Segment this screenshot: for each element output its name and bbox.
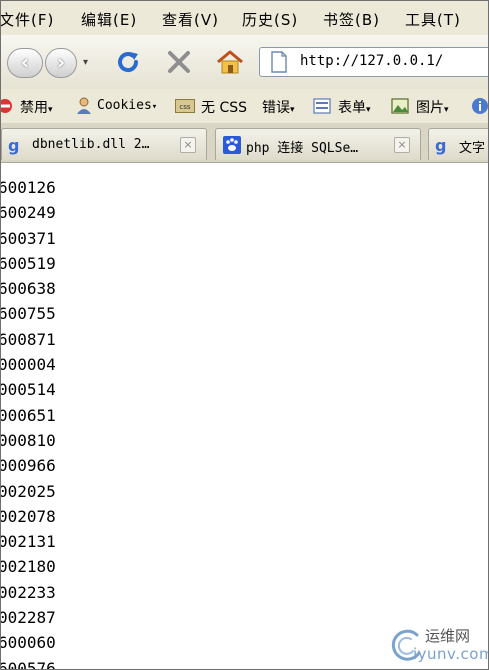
list-item: 600371 xyxy=(1,228,56,248)
baidu-paw-icon xyxy=(223,136,241,154)
list-item: 000514 xyxy=(1,380,56,400)
dropdown-arrow-icon: ▾ xyxy=(366,105,371,115)
forms-label: 表单 xyxy=(338,100,366,116)
cookie-user-icon xyxy=(77,97,91,114)
dropdown-arrow-icon: ▾ xyxy=(48,105,53,115)
forward-arrow-icon: › xyxy=(56,50,66,74)
menu-edit[interactable]: 编辑(E) xyxy=(81,9,137,30)
list-item: 000810 xyxy=(1,430,56,450)
disable-menu[interactable]: 禁用▾ xyxy=(20,97,53,117)
forward-button[interactable]: › xyxy=(45,48,77,78)
back-arrow-icon: ‹ xyxy=(20,50,30,74)
list-item: 002287 xyxy=(1,608,56,628)
errors-menu[interactable]: 错误▾ xyxy=(262,97,295,117)
tab-bar: g dbnetlib.dll 2… × php 连接 SQLSe… × g 文字 xyxy=(1,123,488,163)
list-item: 600249 xyxy=(1,203,56,223)
address-bar[interactable]: http://127.0.0.1/ xyxy=(259,47,488,77)
list-item: 600126 xyxy=(1,178,56,197)
back-button[interactable]: ‹ xyxy=(7,48,43,78)
google-favicon-icon: g xyxy=(8,136,20,155)
watermark: 运维网 iyunv.com xyxy=(389,625,489,667)
disable-label: 禁用 xyxy=(20,100,48,116)
dropdown-arrow-icon: ▾ xyxy=(444,105,449,115)
errors-label: 错误 xyxy=(262,100,290,116)
reload-icon[interactable] xyxy=(115,49,141,75)
css-menu[interactable]: 无 CSS xyxy=(201,97,247,117)
images-icon xyxy=(391,98,409,114)
google-favicon-icon: g xyxy=(435,136,447,155)
list-item: 600755 xyxy=(1,304,56,324)
list-item: 002025 xyxy=(1,481,56,501)
list-item: 000651 xyxy=(1,405,56,425)
stock-code-list: 600126 600249 600371 600519 600638 600755 6008… xyxy=(1,175,56,669)
cookies-label: Cookies xyxy=(97,98,152,113)
history-dropdown-icon[interactable]: ▾ xyxy=(83,57,88,68)
menu-tools[interactable]: 工具(T) xyxy=(405,9,461,30)
list-item: 600576 xyxy=(1,658,56,669)
tab-text[interactable]: g 文字 xyxy=(428,128,488,160)
list-item: 002131 xyxy=(1,532,56,552)
tab-title: 文字 xyxy=(459,141,486,156)
disable-icon xyxy=(1,99,12,113)
cookies-menu[interactable]: Cookies▾ xyxy=(97,98,157,113)
list-item: 600519 xyxy=(1,253,56,273)
menu-view[interactable]: 查看(V) xyxy=(162,9,219,30)
list-item: 000966 xyxy=(1,456,56,476)
css-label: 无 CSS xyxy=(201,100,247,116)
menu-history[interactable]: 历史(S) xyxy=(242,9,298,30)
tab-php-sqlserver[interactable]: php 连接 SQLSe… × xyxy=(215,128,421,160)
images-label: 图片 xyxy=(416,100,444,116)
dropdown-arrow-icon: ▾ xyxy=(151,102,158,112)
close-icon[interactable]: × xyxy=(394,137,410,153)
close-icon[interactable]: × xyxy=(180,137,196,153)
tab-dbnetlib[interactable]: g dbnetlib.dll 2… × xyxy=(1,128,207,160)
tab-title: php 连接 SQLSe… xyxy=(246,141,359,156)
menu-bookmarks[interactable]: 书签(B) xyxy=(323,9,380,30)
list-item: 002078 xyxy=(1,506,56,526)
forms-menu[interactable]: 表单▾ xyxy=(338,97,371,117)
developer-toolbar: 禁用▾ Cookies▾ css 无 CSS 错误▾ 表单▾ 图片▾ xyxy=(1,89,488,123)
page-icon xyxy=(271,51,287,73)
list-item: 000004 xyxy=(1,355,56,375)
url-text[interactable]: http://127.0.0.1/ xyxy=(300,53,443,69)
tab-title: dbnetlib.dll 2… xyxy=(32,137,150,152)
list-item: 600871 xyxy=(1,329,56,349)
forms-icon xyxy=(313,98,331,114)
info-icon[interactable] xyxy=(471,97,489,115)
menu-file[interactable]: 文件(F) xyxy=(1,9,54,30)
css-icon: css xyxy=(175,99,195,113)
dropdown-arrow-icon: ▾ xyxy=(290,105,295,115)
list-item: 600060 xyxy=(1,633,56,653)
watermark-name: 运维网 xyxy=(425,627,471,645)
list-item: 600638 xyxy=(1,279,56,299)
list-item: 002233 xyxy=(1,582,56,602)
stop-icon[interactable] xyxy=(167,50,191,74)
menu-bar: 文件(F) 编辑(E) 查看(V) 历史(S) 书签(B) 工具(T) xyxy=(1,1,488,35)
page-content: 600126 600249 600371 600519 600638 600755 6008… xyxy=(1,163,488,669)
images-menu[interactable]: 图片▾ xyxy=(416,97,449,117)
home-icon[interactable] xyxy=(216,49,244,75)
navigation-toolbar: ‹ › ▾ http://127.0.0.1/ xyxy=(1,35,488,89)
list-item: 002180 xyxy=(1,557,56,577)
watermark-domain: iyunv.com xyxy=(413,645,489,663)
browser-window: 文件(F) 编辑(E) 查看(V) 历史(S) 书签(B) 工具(T) ‹ › … xyxy=(0,0,489,670)
